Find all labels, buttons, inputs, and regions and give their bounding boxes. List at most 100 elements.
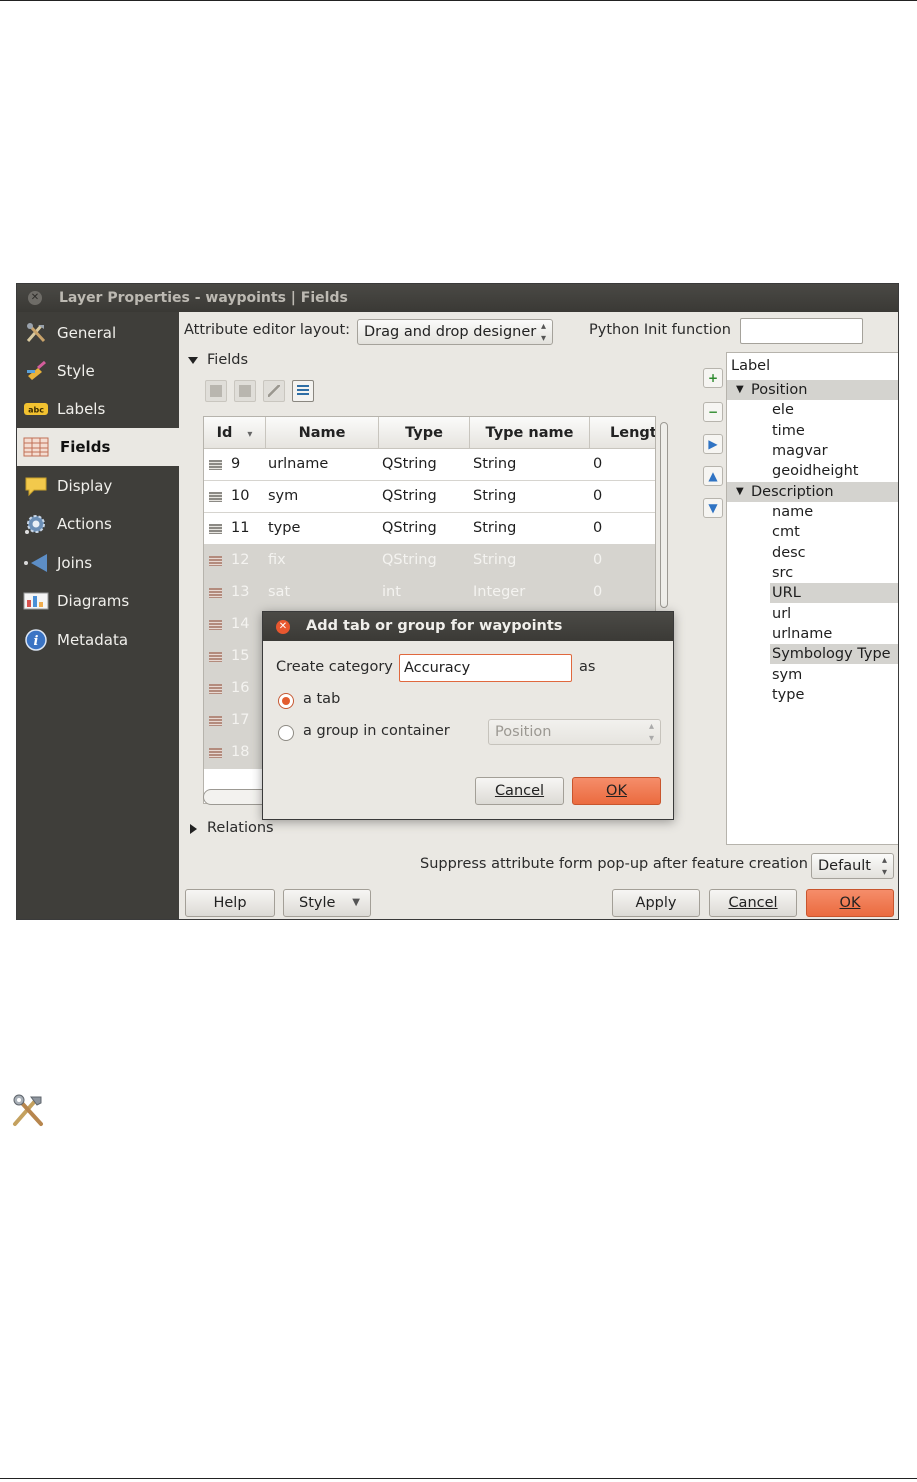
tree-item[interactable]: urlname	[727, 624, 898, 644]
python-init-label: Python Init function	[589, 322, 731, 338]
arrow-down-icon: ▼	[708, 501, 718, 515]
sidebar-item-actions[interactable]: Actions	[17, 505, 179, 543]
attribute-editor-layout-select[interactable]: Drag and drop designer ▴ ▾	[357, 319, 553, 345]
tree-item[interactable]: name	[727, 502, 898, 522]
as-label: as	[579, 659, 596, 675]
tree-item-label: src	[772, 565, 794, 581]
field-row-icon	[209, 652, 222, 662]
sidebar-item-diagrams[interactable]: Diagrams	[17, 582, 179, 620]
cancel-button[interactable]: Cancel	[709, 889, 797, 917]
tree-item[interactable]: ele	[727, 400, 898, 420]
sidebar-item-label: Metadata	[57, 631, 129, 649]
field-row-icon	[209, 524, 222, 534]
column-header-type-name[interactable]: Type name	[470, 417, 590, 449]
fields-collapse-toggle[interactable]	[188, 352, 198, 368]
python-init-input[interactable]	[740, 318, 863, 344]
window-close-icon[interactable]: ✕	[28, 291, 42, 305]
dialog-close-icon[interactable]: ✕	[276, 620, 290, 634]
tree-item[interactable]: type	[727, 685, 898, 705]
cell-id: 15	[231, 648, 250, 664]
sidebar-item-joins[interactable]: Joins	[17, 544, 179, 582]
tree-item[interactable]: Symbology Type	[727, 644, 898, 664]
tree-item[interactable]: URL	[727, 583, 898, 603]
remove-item-button[interactable]: −	[703, 402, 723, 422]
join-arrow-icon	[23, 552, 49, 574]
dialog-title: Add tab or group for waypoints	[306, 618, 563, 634]
delete-field-button[interactable]	[234, 380, 256, 402]
group-radio[interactable]	[278, 725, 294, 741]
tree-item-label: name	[772, 504, 814, 520]
speech-bubble-icon	[23, 475, 49, 497]
sidebar-item-display[interactable]: Display	[17, 467, 179, 505]
relations-expand-toggle[interactable]	[190, 822, 197, 838]
tree-item-label: ele	[772, 402, 794, 418]
tree-item[interactable]: src	[727, 563, 898, 583]
apply-button[interactable]: Apply	[612, 889, 700, 917]
column-header-name[interactable]: Name	[266, 417, 379, 449]
chart-diagram-icon	[23, 590, 49, 612]
field-calculator-button[interactable]	[292, 380, 314, 402]
category-name-input[interactable]: Accuracy	[399, 654, 572, 682]
scrollbar-thumb[interactable]	[660, 422, 668, 608]
tree-item-position[interactable]: ▼ Position	[727, 380, 898, 400]
suppress-popup-select[interactable]: Default ▴ ▾	[811, 853, 894, 879]
table-row[interactable]: 10 sym QString String 0	[204, 481, 655, 513]
tree-item[interactable]: cmt	[727, 522, 898, 542]
column-header-length[interactable]: Lengt	[590, 417, 655, 449]
add-field-to-form-button[interactable]: ▶	[703, 434, 723, 454]
layer-properties-window: ✕ Layer Properties - waypoints | Fields …	[16, 283, 899, 920]
sidebar-item-metadata[interactable]: i Metadata	[17, 621, 179, 659]
tree-item[interactable]: sym	[727, 665, 898, 685]
tree-item[interactable]: geoidheight	[727, 461, 898, 481]
column-header-type[interactable]: Type	[379, 417, 470, 449]
table-row[interactable]: 12 fix QString String 0	[204, 545, 655, 577]
style-menu-button[interactable]: Style ▼	[283, 889, 371, 917]
toggle-editing-button[interactable]	[263, 380, 285, 402]
tree-item[interactable]: url	[727, 604, 898, 624]
sidebar-item-general[interactable]: General	[17, 314, 179, 352]
info-icon: i	[23, 629, 49, 651]
sidebar-item-fields[interactable]: Fields	[17, 428, 179, 466]
tree-item-label: geoidheight	[772, 463, 859, 479]
sidebar-item-label: Actions	[57, 515, 112, 533]
fields-section-label: Fields	[207, 352, 249, 368]
tab-radio[interactable]	[278, 693, 294, 709]
field-row-icon	[209, 748, 222, 758]
dialog-cancel-button[interactable]: Cancel	[475, 777, 564, 805]
container-select[interactable]: Position ▴ ▾	[488, 719, 661, 745]
field-row-icon	[209, 556, 222, 566]
move-down-button[interactable]: ▼	[703, 498, 723, 518]
tree-header-label: Label	[731, 358, 771, 374]
gear-actions-icon	[23, 513, 49, 535]
new-field-button[interactable]	[205, 380, 227, 402]
cell-name: sym	[268, 488, 299, 504]
sidebar-item-label: Joins	[57, 554, 93, 572]
table-row[interactable]: 11 type QString String 0	[204, 513, 655, 545]
cell-type-name: String	[473, 552, 517, 568]
dialog-ok-button[interactable]: OK	[572, 777, 661, 805]
table-fields-icon	[23, 436, 49, 458]
expand-triangle-icon: ▼	[736, 384, 744, 395]
window-titlebar: ✕ Layer Properties - waypoints | Fields	[17, 284, 898, 312]
move-up-button[interactable]: ▲	[703, 466, 723, 486]
field-row-icon	[209, 716, 222, 726]
page-bottom-rule	[0, 1478, 917, 1479]
column-header-id[interactable]: Id ▾	[204, 417, 266, 449]
page-top-rule	[0, 0, 917, 1]
table-row[interactable]: 9 urlname QString String 0	[204, 449, 655, 481]
sidebar-item-labels[interactable]: abc Labels	[17, 390, 179, 428]
tree-item[interactable]: magvar	[727, 441, 898, 461]
cell-name: type	[268, 520, 301, 536]
ok-button[interactable]: OK	[806, 889, 894, 917]
field-row-icon	[209, 684, 222, 694]
tree-item[interactable]: desc	[727, 543, 898, 563]
cell-type-name: Integer	[473, 584, 526, 600]
table-row[interactable]: 13 sat int Integer 0	[204, 577, 655, 609]
tree-item-description[interactable]: ▼ Description	[727, 482, 898, 502]
help-button[interactable]: Help	[185, 889, 275, 917]
tree-item-label: URL	[770, 583, 898, 603]
tree-item[interactable]: time	[727, 421, 898, 441]
sidebar-item-style[interactable]: Style	[17, 352, 179, 390]
cell-length: 0	[593, 456, 603, 472]
add-container-button[interactable]: +	[703, 368, 723, 388]
